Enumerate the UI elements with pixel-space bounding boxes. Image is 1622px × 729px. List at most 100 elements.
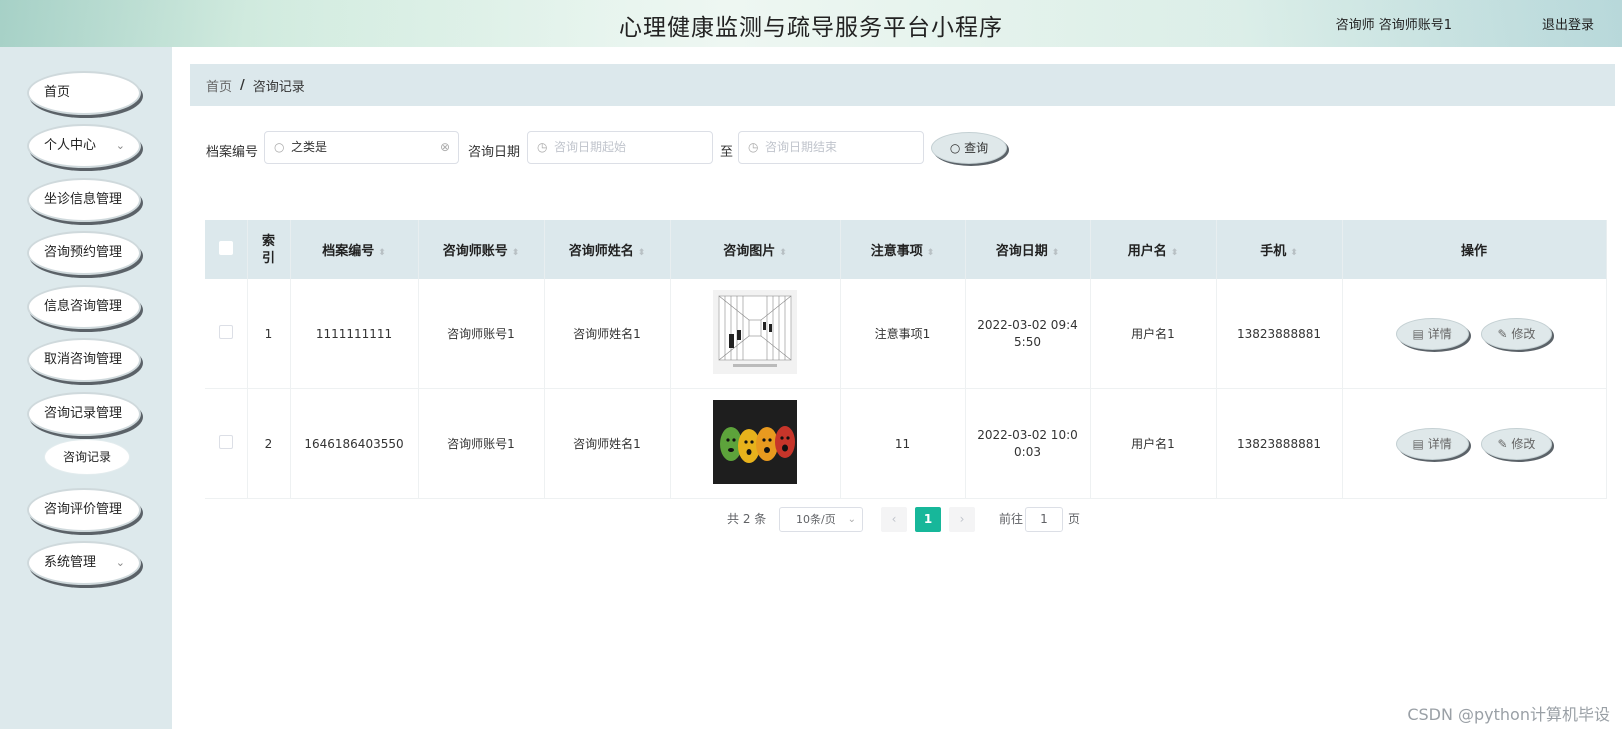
consult-image-thumbnail[interactable]	[713, 290, 797, 374]
nav-label: 个人中心	[44, 138, 97, 153]
clear-icon[interactable]: ⊗	[440, 132, 450, 163]
nav-consult-review[interactable]: 咨询评价管理	[27, 488, 141, 532]
detail-button[interactable]: ▤ 详情	[1395, 427, 1469, 460]
consult-image-thumbnail[interactable]	[713, 400, 797, 484]
document-icon: ▤	[1412, 436, 1428, 451]
chevron-down-icon: ⌄	[115, 556, 125, 569]
search-icon: ○	[274, 140, 285, 154]
col-username[interactable]: 用户名 ⬍	[1090, 220, 1217, 279]
cell-notes: 注意事项1	[840, 279, 966, 389]
sort-icon[interactable]: ⬍	[1290, 248, 1298, 258]
nav-cancel-consult[interactable]: 取消咨询管理	[27, 338, 141, 382]
chevron-left-icon: ‹	[891, 512, 897, 526]
breadcrumb-separator: /	[240, 77, 245, 93]
nav-clinic-info[interactable]: 坐诊信息管理	[27, 178, 141, 222]
col-label: 咨询日期	[995, 244, 1048, 259]
chevron-down-icon: ⌄	[115, 139, 125, 152]
sort-icon[interactable]: ⬍	[779, 248, 787, 258]
cell-file-number: 1111111111	[290, 279, 419, 389]
col-label: 注意事项	[870, 244, 923, 259]
records-table: 索引 档案编号 ⬍ 咨询师账号 ⬍ 咨询师姓名 ⬍ 咨询图片 ⬍ 注意事项 ⬍ 咨询日期 ⬍…	[205, 220, 1607, 499]
goto-suffix: 页	[1068, 512, 1081, 526]
cell-username: 用户名1	[1090, 388, 1217, 499]
nav-label: 首页	[44, 85, 71, 100]
cell-phone: 13823888881	[1216, 388, 1343, 499]
detail-button[interactable]: ▤ 详情	[1395, 317, 1469, 350]
nav-personal-center[interactable]: 个人中心 ⌄	[27, 124, 141, 168]
table-row: 2 1646186403550 咨询师账号1 咨询师姓名1 11 2022-03…	[205, 388, 1607, 499]
page-size-value: 10条/页	[796, 513, 836, 526]
nav-consult-record[interactable]: 咨询记录管理	[27, 392, 141, 436]
select-all-checkbox[interactable]	[218, 240, 233, 255]
next-page-button[interactable]: ›	[949, 507, 975, 532]
col-file-number[interactable]: 档案编号 ⬍	[290, 220, 419, 279]
col-counselor-name[interactable]: 咨询师姓名 ⬍	[544, 220, 671, 279]
logout-link[interactable]: 退出登录	[1542, 14, 1594, 33]
col-label: 咨询师姓名	[568, 244, 634, 259]
cell-date: 2022-03-02 10:00:03	[965, 388, 1091, 499]
nav-label: 坐诊信息管理	[44, 192, 123, 207]
sort-icon[interactable]: ⬍	[1171, 248, 1179, 258]
page-size-select[interactable]: 10条/页 ⌄	[779, 507, 863, 532]
date-start-input[interactable]: ◷ 咨询日期起始	[527, 131, 713, 164]
breadcrumb-home[interactable]: 首页	[206, 76, 232, 95]
nav-label: 系统管理	[44, 555, 97, 570]
col-index: 索引	[247, 220, 291, 279]
select-all-cell	[205, 220, 248, 279]
col-label: 操作	[1460, 244, 1487, 259]
row-checkbox[interactable]	[218, 325, 233, 339]
nav-home[interactable]: 首页	[27, 71, 141, 115]
detail-label: 详情	[1427, 326, 1452, 341]
search-button-label: 查询	[964, 141, 989, 155]
clock-icon: ◷	[537, 140, 548, 154]
sort-icon[interactable]: ⬍	[378, 248, 386, 258]
search-button[interactable]: ○ 查询	[931, 132, 1007, 164]
edit-label: 修改	[1511, 436, 1536, 451]
cell-actions: ▤ 详情 ✎ 修改	[1342, 279, 1607, 389]
prev-page-button[interactable]: ‹	[881, 507, 907, 532]
detail-label: 详情	[1427, 436, 1452, 451]
edit-icon: ✎	[1497, 326, 1512, 341]
document-icon: ▤	[1412, 326, 1428, 341]
nav-label: 咨询预约管理	[44, 245, 123, 260]
page-1-button[interactable]: 1	[915, 507, 941, 532]
file-number-label: 档案编号	[206, 145, 259, 160]
row-checkbox[interactable]	[218, 435, 233, 449]
cell-image	[670, 279, 841, 389]
date-end-input[interactable]: ◷ 咨询日期结束	[738, 131, 924, 164]
edit-button[interactable]: ✎ 修改	[1480, 317, 1553, 350]
col-counselor-account[interactable]: 咨询师账号 ⬍	[418, 220, 545, 279]
cell-name: 咨询师姓名1	[544, 388, 671, 499]
col-actions: 操作	[1342, 220, 1607, 279]
sort-icon[interactable]: ⬍	[927, 248, 935, 258]
col-notes[interactable]: 注意事项 ⬍	[840, 220, 966, 279]
consult-date-label: 咨询日期	[468, 145, 521, 160]
edit-icon: ✎	[1497, 436, 1512, 451]
col-phone[interactable]: 手机 ⬍	[1216, 220, 1343, 279]
cell-file-number: 1646186403550	[290, 388, 419, 499]
sort-icon[interactable]: ⬍	[512, 248, 520, 258]
nav-label: 咨询评价管理	[44, 502, 123, 517]
cell-actions: ▤ 详情 ✎ 修改	[1342, 388, 1607, 499]
cell-account: 咨询师账号1	[418, 279, 545, 389]
col-label: 咨询师账号	[442, 244, 508, 259]
col-date[interactable]: 咨询日期 ⬍	[965, 220, 1091, 279]
date-end-placeholder: 咨询日期结束	[765, 140, 838, 154]
file-number-input[interactable]: ○ 之类是 ⊗	[264, 131, 459, 164]
sort-icon[interactable]: ⬍	[1052, 248, 1060, 258]
sidebar: 首页 个人中心 ⌄ 坐诊信息管理 咨询预约管理 信息咨询管理 取消咨询管理 咨询记…	[0, 47, 172, 729]
user-info: 咨询师 咨询师账号1	[1335, 18, 1452, 33]
edit-button[interactable]: ✎ 修改	[1480, 427, 1553, 460]
nav-appointment[interactable]: 咨询预约管理	[27, 231, 141, 275]
nav-info-consult[interactable]: 信息咨询管理	[27, 285, 141, 329]
sort-icon[interactable]: ⬍	[638, 248, 646, 258]
col-image[interactable]: 咨询图片 ⬍	[670, 220, 841, 279]
nav-system[interactable]: 系统管理 ⌄	[27, 541, 141, 585]
date-start-placeholder: 咨询日期起始	[554, 140, 627, 154]
table-header-row: 索引 档案编号 ⬍ 咨询师账号 ⬍ 咨询师姓名 ⬍ 咨询图片 ⬍ 注意事项 ⬍ 咨询日期 ⬍…	[205, 220, 1607, 279]
subnav-consult-record[interactable]: 咨询记录	[44, 439, 130, 475]
table-row: 1 1111111111 咨询师账号1 咨询师姓名1 注意事项1 2022-03…	[205, 279, 1607, 389]
goto-page-input[interactable]: 1	[1025, 507, 1063, 532]
cell-notes: 11	[840, 388, 966, 499]
cell-account: 咨询师账号1	[418, 388, 545, 499]
